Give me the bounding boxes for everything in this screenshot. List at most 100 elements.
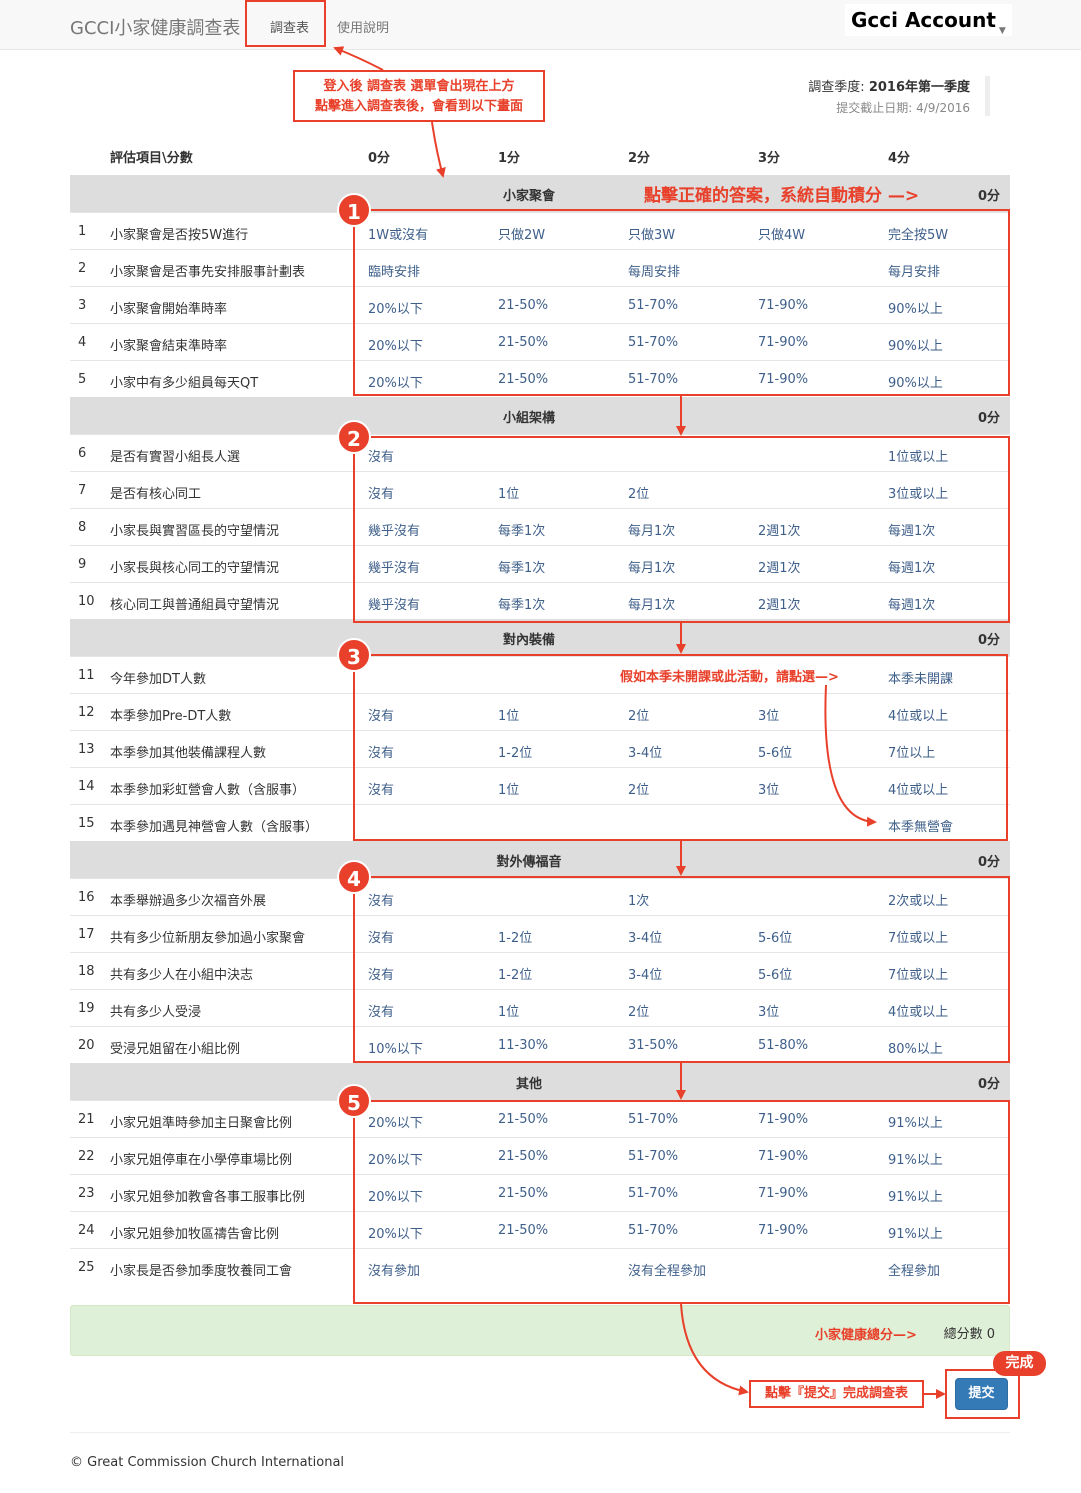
badge-1: 1 [337, 193, 371, 227]
row-item-label: 今年參加DT人數 [110, 672, 206, 687]
row-item-label: 小家兄姐準時參加主日聚會比例 [110, 1116, 293, 1131]
row-item-label: 小家長與實習區長的守望情況 [110, 524, 280, 539]
category-row: 對內裝備 0分 [70, 619, 1010, 656]
deadline-text: 提交截止日期: 4/9/2016 [836, 101, 970, 115]
quarter-info: 調查季度: 2016年第一季度 提交截止日期: 4/9/2016 [808, 76, 990, 116]
row-number: 20 [78, 1038, 95, 1053]
row-item-label: 本季舉辦過多少次福音外展 [110, 894, 267, 909]
row-number: 18 [78, 964, 95, 979]
row-number: 19 [78, 1001, 95, 1016]
row-number: 4 [78, 335, 87, 350]
footer-divider [70, 1432, 1010, 1433]
row-item-label: 是否有實習小組長人選 [110, 450, 241, 465]
row-item-label: 共有多少人受浸 [110, 1005, 202, 1020]
quarter-value: 2016年第一季度 [868, 80, 970, 95]
quarter-label: 調查季度: [808, 80, 869, 95]
row-item-label: 小家聚會開始準時率 [110, 302, 228, 317]
category-score: 0分 [977, 411, 1000, 426]
row-item-label: 本季參加Pre-DT人數 [110, 709, 232, 724]
row-item-label: 本季參加彩虹營會人數（含服事） [110, 783, 306, 798]
annotation-complete: 完成 [993, 1351, 1046, 1376]
row-number: 12 [78, 705, 95, 720]
badge-2: 2 [337, 420, 371, 454]
highlight-submit [945, 1369, 1020, 1419]
category-name: 小組架構 [502, 411, 555, 426]
header-score-0: 0分 [368, 151, 391, 166]
caret-down-icon: ▼ [998, 26, 1006, 36]
row-item-label: 本季參加遇見神營會人數（含服事） [110, 820, 319, 835]
section-box-1 [353, 209, 1010, 396]
category-row: 小組架構 0分 [70, 397, 1010, 434]
row-number: 3 [78, 298, 87, 313]
row-number: 7 [78, 483, 87, 498]
account-label: Gcci Account [851, 8, 996, 32]
row-item-label: 共有多少人在小組中決志 [110, 968, 254, 983]
category-name: 對內裝備 [502, 633, 555, 648]
row-item-label: 本季參加其他裝備課程人數 [110, 746, 267, 761]
top-navbar: GCCI小家健康調查表 調查表 使用說明 Gcci Account ▼ [0, 0, 1081, 50]
header-score-2: 2分 [628, 151, 651, 166]
row-item-label: 小家長與核心同工的守望情況 [110, 561, 280, 576]
row-number: 13 [78, 742, 95, 757]
row-item-label: 小家長是否參加季度牧養同工會 [110, 1264, 293, 1279]
header-item: 評估項目\分數 [110, 151, 193, 166]
row-item-label: 共有多少位新朋友參加過小家聚會 [110, 931, 306, 946]
annotation-submit-hint: 點擊『提交』完成調查表 [749, 1380, 924, 1408]
total-score: 總分數 0 [943, 1327, 995, 1342]
row-number: 25 [78, 1260, 95, 1275]
header-score-3: 3分 [758, 151, 781, 166]
highlight-survey-tab [245, 0, 326, 47]
section-box-3 [353, 654, 1008, 841]
row-item-label: 是否有核心同工 [110, 487, 202, 502]
row-number: 11 [78, 668, 95, 683]
category-name: 對外傳福音 [496, 855, 562, 870]
category-score: 0分 [977, 633, 1000, 648]
row-item-label: 小家中有多少組員每天QT [110, 376, 259, 391]
category-score: 0分 [977, 1077, 1000, 1092]
badge-5: 5 [337, 1084, 371, 1118]
quarter-line: 調查季度: 2016年第一季度 [808, 76, 970, 95]
row-number: 9 [78, 557, 87, 572]
footer-copyright: © Great Commission Church International [70, 1455, 345, 1470]
row-number: 22 [78, 1149, 95, 1164]
row-item-label: 小家聚會是否事先安排服事計劃表 [110, 265, 306, 280]
badge-3: 3 [337, 638, 371, 672]
annotation-auto-score: 點擊正確的答案，系統自動積分 —> [644, 186, 920, 206]
category-score: 0分 [977, 189, 1000, 204]
brand-title[interactable]: GCCI小家健康調查表 [70, 14, 240, 40]
nav-tab-help[interactable]: 使用說明 [337, 17, 389, 36]
row-number: 15 [78, 816, 95, 831]
row-item-label: 小家兄姐停車在小學停車場比例 [110, 1153, 293, 1168]
annotation-callout: 登入後 調查表 選單會出現在上方 點擊進入調查表後，會看到以下畫面 [293, 70, 545, 122]
category-row: 對外傳福音 0分 [70, 841, 1010, 878]
row-number: 10 [78, 594, 95, 609]
section-box-4 [353, 876, 1010, 1063]
row-number: 17 [78, 927, 95, 942]
row-number: 1 [78, 224, 87, 239]
row-item-label: 小家兄姐參加教會各事工服事比例 [110, 1190, 306, 1205]
category-row: 其他 0分 [70, 1063, 1010, 1100]
row-number: 23 [78, 1186, 95, 1201]
row-number: 24 [78, 1223, 95, 1238]
row-number: 2 [78, 261, 87, 276]
header-score-4: 4分 [888, 151, 911, 166]
row-item-label: 小家兄姐參加牧區禱告會比例 [110, 1227, 280, 1242]
category-name: 其他 [515, 1077, 542, 1092]
callout-line-1: 登入後 調查表 選單會出現在上方 [323, 79, 515, 94]
annotation-total-hint: 小家健康總分—> [815, 1328, 917, 1343]
row-item-label: 小家聚會是否按5W進行 [110, 228, 249, 243]
section-box-2 [353, 436, 1010, 623]
row-item-label: 小家聚會結束準時率 [110, 339, 228, 354]
header-score-1: 1分 [498, 151, 521, 166]
section-box-5 [353, 1100, 1010, 1304]
row-item-label: 受浸兄姐留在小組比例 [110, 1042, 241, 1057]
badge-4: 4 [337, 860, 371, 894]
callout-line-2: 點擊進入調查表後，會看到以下畫面 [314, 99, 523, 114]
row-item-label: 核心同工與普通組員守望情況 [110, 598, 280, 613]
category-score: 0分 [977, 855, 1000, 870]
row-number: 16 [78, 890, 95, 905]
account-menu[interactable]: Gcci Account ▼ [845, 4, 1012, 36]
row-number: 5 [78, 372, 87, 387]
row-number: 21 [78, 1112, 95, 1127]
row-number: 6 [78, 446, 87, 461]
